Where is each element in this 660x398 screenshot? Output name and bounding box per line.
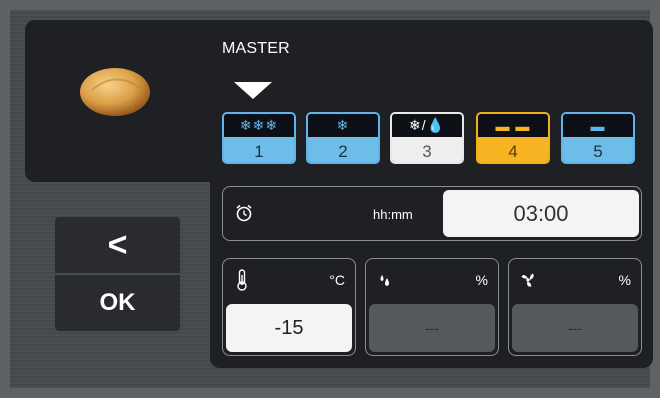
- phase-button-3[interactable]: ❄/💧 3: [390, 112, 464, 164]
- humidity-box: % ---: [365, 258, 499, 356]
- phase-number: 2: [308, 137, 378, 162]
- program-title: MASTER: [222, 40, 290, 57]
- phase-number: 5: [563, 137, 633, 162]
- fan-box: % ---: [508, 258, 642, 356]
- timer-row: hh:mm 03:00: [222, 186, 642, 241]
- fan-unit: %: [618, 272, 631, 288]
- humidity-icon: [380, 275, 389, 286]
- phase-number: 4: [478, 137, 548, 162]
- phase-button-4[interactable]: ▬ ▬ 4: [476, 112, 550, 164]
- bake-icon: ▬: [563, 114, 633, 137]
- back-button[interactable]: <: [55, 217, 180, 273]
- phase-button-5[interactable]: ▬ 5: [561, 112, 635, 164]
- fan-value-field[interactable]: ---: [512, 304, 638, 352]
- timer-value-field[interactable]: 03:00: [443, 190, 639, 237]
- timer-unit: hh:mm: [373, 207, 413, 222]
- active-phase-indicator-icon: [234, 82, 272, 99]
- proof-icon: ▬ ▬: [478, 114, 548, 137]
- fan-icon: [521, 273, 534, 287]
- temperature-box: °C -15: [222, 258, 356, 356]
- ok-button[interactable]: OK: [55, 275, 180, 331]
- deep-freeze-icon: ❄❄❄: [224, 114, 294, 137]
- temperature-value-field[interactable]: -15: [226, 304, 352, 352]
- freeze-thaw-icon: ❄/💧: [392, 114, 462, 137]
- phase-button-2[interactable]: ❄ 2: [306, 112, 380, 164]
- humidity-value-field[interactable]: ---: [369, 304, 495, 352]
- phase-button-1[interactable]: ❄❄❄ 1: [222, 112, 296, 164]
- humidity-unit: %: [475, 272, 488, 288]
- temperature-unit: °C: [329, 272, 345, 288]
- thermometer-icon: [237, 269, 247, 291]
- bread-roll-image: [80, 68, 150, 116]
- phase-number: 1: [224, 137, 294, 162]
- alarm-clock-icon: [236, 204, 252, 222]
- freeze-icon: ❄: [308, 114, 378, 137]
- phase-number: 3: [392, 137, 462, 162]
